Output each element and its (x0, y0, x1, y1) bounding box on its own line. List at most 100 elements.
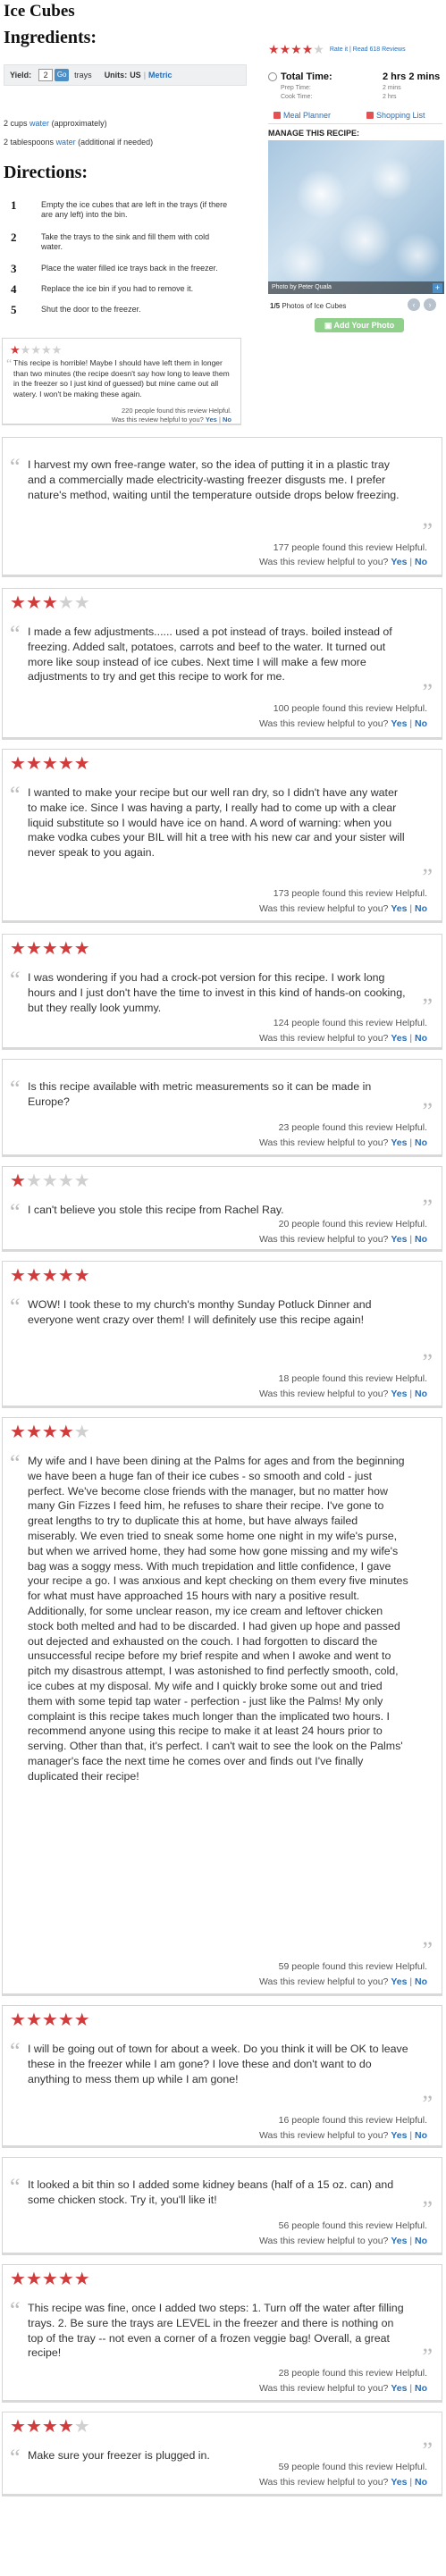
star-icon: ★ (41, 2417, 58, 2437)
helpful-no-link[interactable]: No (415, 1137, 427, 1148)
helpful-yes-link[interactable]: Yes (391, 903, 407, 914)
add-photo-button[interactable]: ▣ Add Your Photo (315, 318, 404, 332)
star-icon: ★ (10, 343, 21, 357)
helpful-no-link[interactable]: No (415, 1976, 427, 1987)
yield-go-button[interactable]: Go (55, 69, 70, 81)
star-icon: ★ (313, 42, 324, 56)
star-icon: ★ (73, 1422, 90, 1442)
close-quote-icon: ” (422, 864, 433, 890)
units-metric-link[interactable]: Metric (148, 71, 173, 80)
close-quote-icon: ” (422, 2196, 433, 2222)
cook-time-label: Cook Time: (281, 94, 313, 100)
helpful-yes-link[interactable]: Yes (391, 1137, 407, 1148)
open-quote-icon: “ (10, 1294, 21, 1320)
review-card: ★ ★ ★ ★ ★ “Make sure your freezer is plugged … (2, 2412, 442, 2496)
review-rating: ★ ★ ★ ★ ★ (10, 1172, 90, 1190)
helpful-no-link[interactable]: No (415, 1389, 427, 1399)
helpful-question: Was this review helpful to you? Yes | No (259, 1389, 427, 1399)
review-card: ★ ★ ★ ★ ★ “This recipe was fine, once I added… (2, 2264, 442, 2403)
star-icon: ★ (10, 2270, 26, 2289)
review-card: ★ ★ ★ ★ ★ “ I can't believe you stole this rec… (2, 1166, 442, 1252)
recipe-photo[interactable]: Photo by Peter Quala + (268, 140, 444, 294)
read-reviews-link[interactable]: | Read 618 Reviews (349, 46, 406, 53)
helpful-question-text: Was this review helpful to you? (259, 557, 389, 567)
helpful-yes-link[interactable]: Yes (391, 2383, 407, 2394)
helpful-no-link[interactable]: No (415, 2477, 427, 2488)
cook-time-value: 2 hrs (383, 94, 397, 100)
helpful-count: 23 people found this review Helpful. (278, 1122, 427, 1133)
close-quote-icon: ” (422, 994, 433, 1019)
review-text: It looked a bit thin so I added some kid… (28, 2178, 394, 2206)
helpful-no-link[interactable]: No (415, 1033, 427, 1044)
rate-it-link[interactable]: Rate it (330, 46, 348, 53)
review-text: I made a few adjustments...... used a po… (28, 625, 392, 684)
star-icon: ★ (10, 1266, 26, 1286)
helpful-yes-link[interactable]: Yes (206, 415, 217, 424)
recipe-rating: ★ ★ ★ ★ ★ Rate it | Read 618 Reviews (268, 43, 406, 55)
helpful-question-text: Was this review helpful to you? (259, 1234, 389, 1245)
close-quote-icon: ” (422, 2438, 433, 2463)
photo-count-text: Photos of Ice Cubes (282, 302, 347, 310)
calendar-icon (273, 112, 281, 119)
star-icon: ★ (73, 754, 90, 774)
total-time-label: Total Time: (281, 71, 332, 82)
review-text: I can't believe you stole this recipe fr… (28, 1204, 284, 1216)
helpful-yes-link[interactable]: Yes (391, 2477, 407, 2488)
helpful-yes-link[interactable]: Yes (391, 718, 407, 729)
yield-input[interactable]: 2 (38, 69, 54, 81)
review-card: ★ ★ ★ ★ ★ “I will be going out of town for ab… (2, 2005, 442, 2148)
helpful-question-text: Was this review helpful to you? (259, 1033, 389, 1044)
next-photo-button[interactable]: › (424, 298, 436, 311)
open-quote-icon: “ (10, 1076, 21, 1102)
helpful-no-link[interactable]: No (415, 2236, 427, 2246)
review-rating: ★ ★ ★ ★ ★ (10, 1423, 90, 1441)
helpful-no-link[interactable]: No (415, 718, 427, 729)
meal-planner-link[interactable]: Meal Planner (273, 111, 331, 120)
helpful-separator: | (409, 2236, 413, 2246)
units-us-link[interactable]: US (130, 71, 141, 80)
photo-credit-text: Photo by Peter Quala (272, 284, 332, 290)
helpful-no-link[interactable]: No (415, 2383, 427, 2394)
ingredient-link[interactable]: water (56, 138, 76, 147)
star-icon: ★ (10, 754, 26, 774)
open-quote-icon: “ (10, 1199, 21, 1225)
review-card: ★ ★ ★ ★ ★ “WOW! I took these to my church's m… (2, 1261, 442, 1408)
helpful-question: Was this review helpful to you? Yes | No (259, 1234, 427, 1245)
helpful-yes-link[interactable]: Yes (391, 557, 407, 567)
helpful-yes-link[interactable]: Yes (391, 1234, 407, 1245)
review-text: Is this recipe available with metric mea… (28, 1080, 372, 1108)
ingredient-link[interactable]: water (29, 119, 49, 128)
helpful-question-text: Was this review helpful to you? (259, 718, 389, 729)
helpful-no-link[interactable]: No (415, 1234, 427, 1245)
star-icon: ★ (57, 1266, 74, 1286)
helpful-yes-link[interactable]: Yes (391, 1033, 407, 1044)
ingredients-heading: Ingredients: (4, 28, 97, 47)
helpful-count: 18 people found this review Helpful. (278, 1373, 427, 1384)
helpful-question: Was this review helpful to you? Yes | No (259, 718, 427, 729)
helpful-separator: | (409, 1234, 413, 1245)
helpful-yes-link[interactable]: Yes (391, 1389, 407, 1399)
helpful-yes-link[interactable]: Yes (391, 2130, 407, 2141)
helpful-count: 56 people found this review Helpful. (278, 2220, 427, 2231)
star-icon: ★ (73, 2010, 90, 2030)
shopping-list-link[interactable]: Shopping List (366, 111, 425, 120)
star-icon: ★ (20, 343, 31, 357)
review-rating: ★ ★ ★ ★ ★ (10, 344, 62, 356)
helpful-no-link[interactable]: No (415, 2130, 427, 2141)
star-icon: ★ (10, 1171, 26, 1191)
helpful-no-link[interactable]: No (223, 415, 231, 424)
helpful-question-text: Was this review helpful to you? (259, 1389, 389, 1399)
helpful-no-link[interactable]: No (415, 557, 427, 567)
close-quote-icon: ” (422, 679, 433, 705)
helpful-yes-link[interactable]: Yes (391, 2236, 407, 2246)
photo-count-index: 1/5 (270, 302, 281, 310)
open-quote-icon: “ (10, 2297, 21, 2323)
zoom-icon[interactable]: + (433, 283, 442, 293)
star-icon: ★ (41, 2270, 58, 2289)
helpful-question-text: Was this review helpful to you? (259, 2383, 389, 2394)
helpful-no-link[interactable]: No (415, 903, 427, 914)
review-card: ★ ★ ★ ★ ★ “I wanted to make your recipe but o… (2, 749, 442, 923)
prev-photo-button[interactable]: ‹ (408, 298, 420, 311)
helpful-yes-link[interactable]: Yes (391, 1976, 407, 1987)
open-quote-icon: “ (10, 967, 21, 993)
